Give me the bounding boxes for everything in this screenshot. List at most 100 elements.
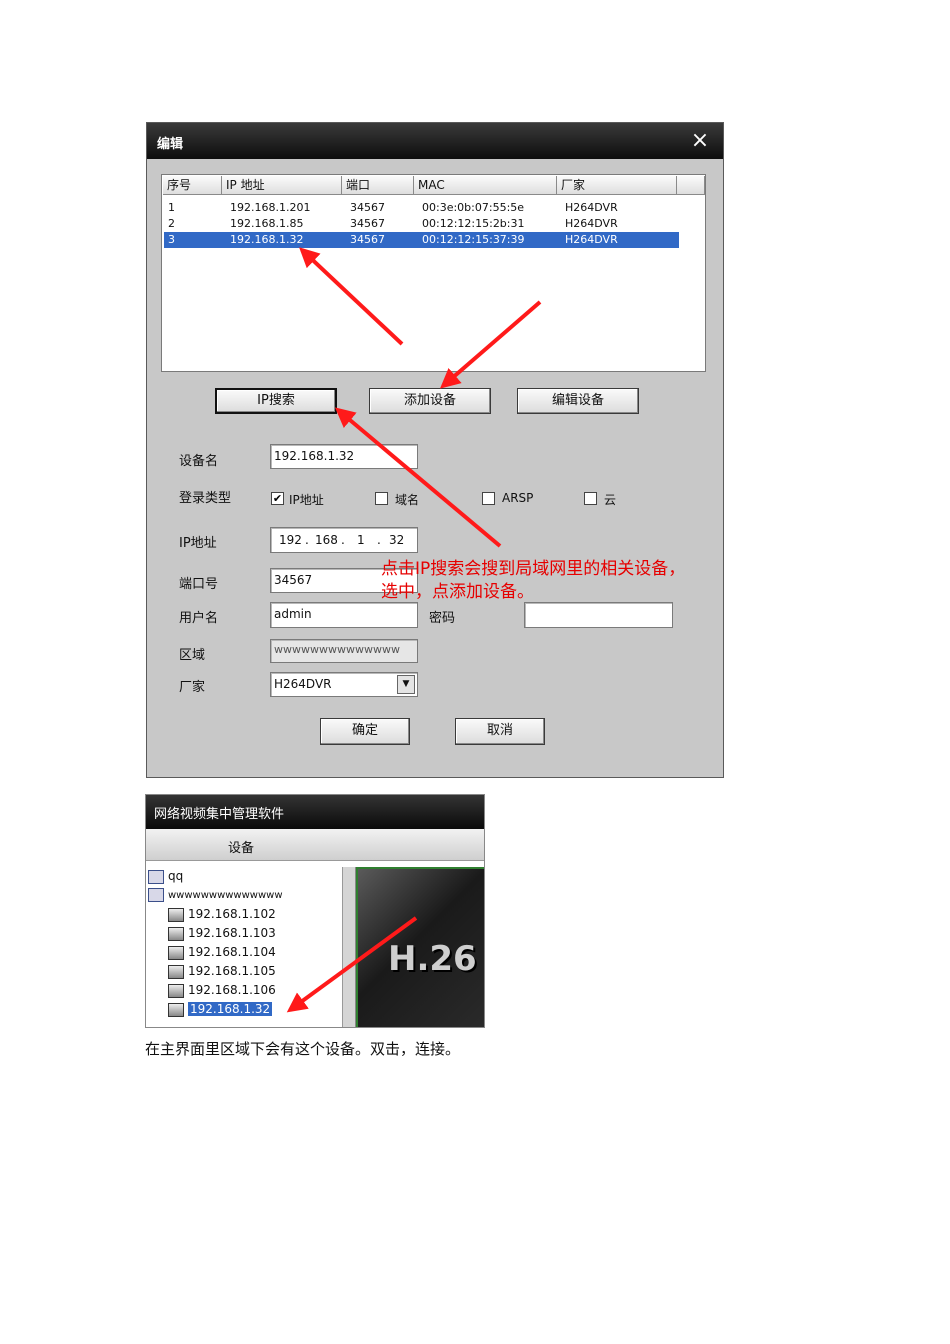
login-type-label: 登录类型 (179, 491, 232, 506)
dialog-title-bar[interactable]: 编辑 × (147, 123, 723, 159)
cell-vendor: H264DVR (565, 217, 618, 230)
dvr-icon (168, 926, 184, 941)
instruction-caption: 在主界面里区域下会有这个设备。双击，连接。 (145, 1040, 461, 1058)
tree-node-label: 192.168.1.104 (188, 945, 276, 959)
table-row-selected[interactable]: 3 192.168.1.32 34567 00:12:12:15:37:39 H… (164, 232, 679, 248)
cell-mac: 00:12:12:15:2b:31 (422, 217, 525, 230)
main-window-crop: 网络视频集中管理软件 设备 qq wwwwwwwwwwwwww 192.168.… (145, 794, 485, 1028)
chevron-down-icon[interactable]: ▼ (397, 675, 415, 694)
table-row[interactable]: 1 192.168.1.201 34567 00:3e:0b:07:55:5e … (164, 200, 679, 216)
username-label: 用户名 (179, 611, 219, 626)
pane-splitter[interactable] (343, 867, 356, 1027)
tree-device-node[interactable]: 192.168.1.104 (168, 943, 276, 962)
add-device-button[interactable]: 添加设备 (369, 388, 491, 414)
tree-device-node[interactable]: 192.168.1.106 (168, 981, 276, 1000)
login-type-domain-label: 域名 (395, 493, 420, 507)
main-window-title-bar[interactable]: 网络视频集中管理软件 (146, 795, 484, 829)
video-preview-pane[interactable]: H.26 (356, 867, 484, 1027)
cell-ip: 192.168.1.85 (230, 217, 304, 230)
ip-address-input[interactable]: 192 . 168 . 1 . 32 (270, 527, 418, 553)
ip-octet-4: 32 (389, 533, 405, 547)
port-label: 端口号 (179, 577, 219, 592)
region-label: 区域 (179, 648, 206, 663)
device-tree[interactable]: qq wwwwwwwwwwwwww 192.168.1.102 192.168.… (146, 867, 343, 1027)
dvr-icon (168, 983, 184, 998)
tab-devices[interactable]: 设备 (228, 837, 254, 856)
tree-device-node[interactable]: 192.168.1.103 (168, 924, 276, 943)
password-label: 密码 (429, 611, 456, 626)
cell-port: 34567 (350, 201, 385, 214)
main-window-tabbar: 设备 (146, 829, 484, 861)
tree-group-node[interactable]: qq (148, 867, 183, 886)
tree-node-label: 192.168.1.102 (188, 907, 276, 921)
cell-port: 34567 (350, 233, 385, 246)
close-icon[interactable]: × (688, 129, 712, 153)
tree-node-label: wwwwwwwwwwwwww (168, 890, 283, 901)
dialog-title: 编辑 (157, 137, 184, 152)
device-name-label: 设备名 (179, 454, 219, 469)
column-header-ip[interactable]: IP 地址 (222, 176, 342, 195)
tree-node-label: 192.168.1.32 (188, 1002, 273, 1016)
login-type-arsp-label: ARSP (502, 491, 534, 505)
cell-port: 34567 (350, 217, 385, 230)
tree-node-label: 192.168.1.103 (188, 926, 276, 940)
column-header-filler (677, 176, 705, 195)
cell-mac: 00:12:12:15:37:39 (422, 233, 525, 246)
ip-address-label: IP地址 (179, 536, 217, 551)
ip-octet-2: 168 (315, 533, 338, 547)
column-header-mac[interactable]: MAC (414, 176, 557, 195)
device-search-list[interactable]: 序号 IP 地址 端口 MAC 厂家 1 192.168.1.201 34567… (161, 174, 706, 372)
login-type-domain-checkbox[interactable] (375, 492, 388, 505)
region-input: wwwwwwwwwwwwww (270, 639, 418, 663)
tree-device-node-selected[interactable]: 192.168.1.32 (168, 1000, 273, 1019)
cell-vendor: H264DVR (565, 233, 618, 246)
main-window-title: 网络视频集中管理软件 (154, 807, 285, 822)
username-input[interactable]: admin (270, 602, 418, 628)
cell-index: 1 (168, 201, 175, 214)
ip-search-button[interactable]: IP搜索 (215, 388, 337, 414)
ok-button[interactable]: 确定 (320, 718, 410, 745)
ip-dot: . (305, 533, 309, 547)
login-type-arsp-checkbox[interactable] (482, 492, 495, 505)
vendor-label: 厂家 (179, 680, 206, 695)
cell-mac: 00:3e:0b:07:55:5e (422, 201, 525, 214)
check-icon: ✔ (272, 492, 283, 505)
device-name-input[interactable]: 192.168.1.32 (270, 444, 418, 469)
tree-group-node[interactable]: wwwwwwwwwwwwww (148, 886, 283, 905)
tree-device-node[interactable]: 192.168.1.102 (168, 905, 276, 924)
login-type-ip-checkbox[interactable]: ✔ (271, 492, 284, 505)
vendor-select[interactable]: H264DVR ▼ (270, 672, 418, 697)
cell-ip: 192.168.1.201 (230, 201, 311, 214)
login-type-cloud-label: 云 (604, 493, 617, 507)
table-row[interactable]: 2 192.168.1.85 34567 00:12:12:15:2b:31 H… (164, 216, 679, 232)
ip-octet-1: 192 (279, 533, 302, 547)
dvr-icon (168, 907, 184, 922)
ip-octet-3: 1 (357, 533, 365, 547)
cell-vendor: H264DVR (565, 201, 618, 214)
edit-device-dialog: 编辑 × 序号 IP 地址 端口 MAC 厂家 1 192.168.1.201 … (146, 122, 724, 778)
tree-node-label: 192.168.1.106 (188, 983, 276, 997)
tree-node-label: qq (168, 869, 184, 883)
column-header-port[interactable]: 端口 (342, 176, 414, 195)
tree-device-node[interactable]: 192.168.1.105 (168, 962, 276, 981)
cell-ip: 192.168.1.32 (230, 233, 304, 246)
column-header-vendor[interactable]: 厂家 (557, 176, 677, 195)
folder-icon (148, 869, 164, 884)
dvr-icon (168, 945, 184, 960)
ip-dot: . (377, 533, 381, 547)
annotation-line-1: 点击IP搜索会搜到局域网里的相关设备， (381, 559, 686, 579)
login-type-ip-label: IP地址 (289, 493, 324, 507)
edit-device-button[interactable]: 编辑设备 (517, 388, 639, 414)
login-type-cloud-checkbox[interactable] (584, 492, 597, 505)
cell-index: 2 (168, 217, 175, 230)
dvr-icon (168, 964, 184, 979)
password-input[interactable] (524, 602, 673, 628)
h264-logo: H.26 (388, 939, 477, 979)
ip-dot: . (341, 533, 345, 547)
column-header-index[interactable]: 序号 (163, 176, 222, 195)
dvr-icon (168, 1002, 184, 1017)
cancel-button[interactable]: 取消 (455, 718, 545, 745)
vendor-selected-value: H264DVR (274, 677, 332, 691)
folder-icon (148, 888, 164, 902)
cell-index: 3 (168, 233, 175, 246)
